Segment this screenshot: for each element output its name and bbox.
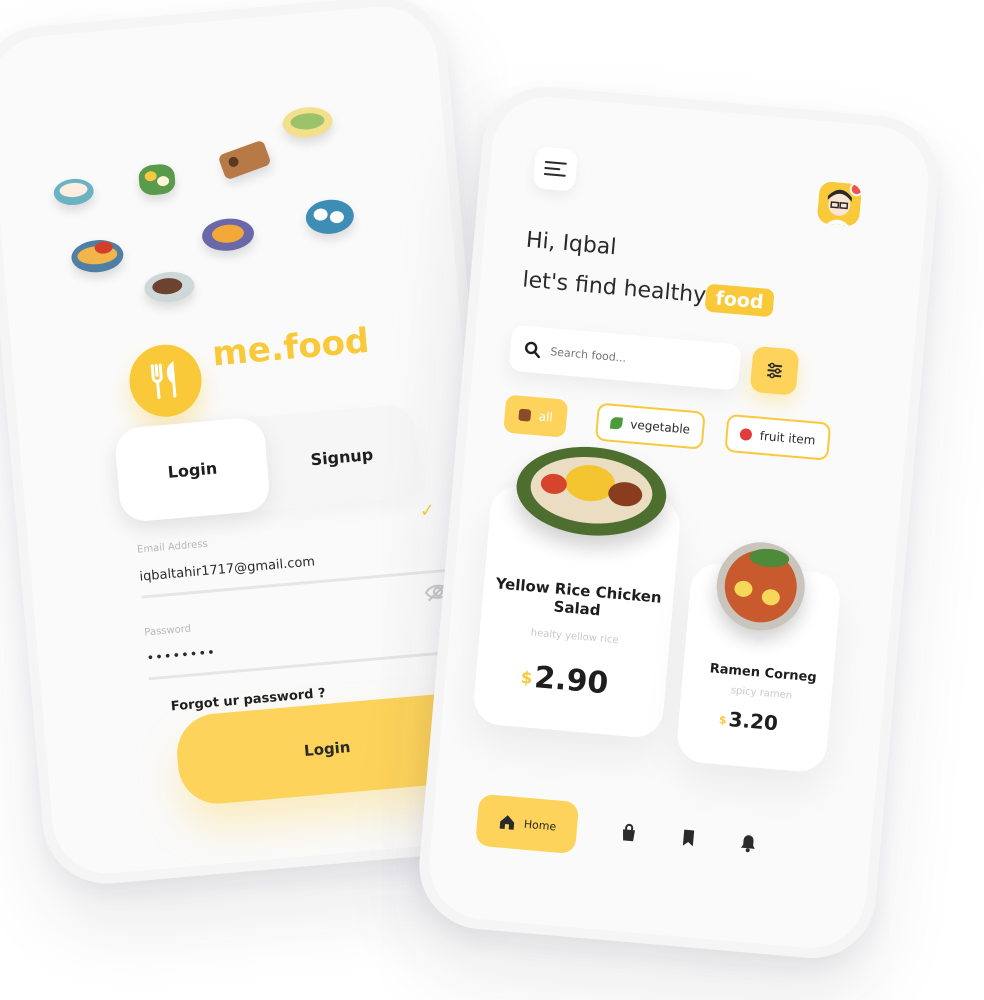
brand-name: me.food [210,320,371,375]
greeting: Hi, Iqbal [524,227,618,261]
check-icon: ✓ [418,499,436,522]
sandwich-plate-icon [281,105,334,140]
strawberry-icon [739,427,753,441]
nav-home-label: Home [523,817,557,833]
fork-knife-icon [150,361,177,399]
card-price: $3.20 [718,707,779,736]
nav-home[interactable]: Home [475,793,580,855]
notification-dot [849,181,863,197]
pizza-slice-icon [217,139,272,181]
home-phone: Hi, Iqbal let's find healthy food all [414,81,944,964]
home-icon [499,815,514,830]
food-bowl-icon [52,177,95,207]
menu-icon [544,160,567,165]
category-label: vegetable [629,417,691,437]
omelette-plate-icon [70,237,125,275]
meat-plate-icon [143,269,196,305]
shopping-bag-icon[interactable] [618,822,640,844]
email-field[interactable]: iqbaltahir1717@gmail.com [139,554,316,584]
filter-button[interactable] [749,345,800,396]
menu-button[interactable] [532,146,579,192]
egg-toast-icon [137,163,177,197]
card-title: Yellow Rice Chicken Salad [494,574,663,620]
category-fruit[interactable]: fruit item [724,413,831,461]
card-subtitle: healty yellow rice [530,627,619,647]
bento-icon [518,408,532,422]
bell-icon[interactable] [737,832,759,854]
search-input[interactable] [547,343,733,375]
bookmark-icon[interactable] [678,827,700,849]
avatar[interactable] [816,181,863,227]
auth-tabs: Login Signup [113,403,421,524]
tab-login[interactable]: Login [113,416,272,524]
card-subtitle: spicy ramen [730,685,793,702]
home-screen: Hi, Iqbal let's find healthy food all [424,92,934,953]
fried-egg-plate-icon [304,197,356,236]
tab-signup[interactable]: Signup [263,403,421,510]
password-label: Password [143,623,192,639]
category-label: fruit item [759,428,817,448]
subtitle: let's find healthy [521,267,708,309]
category-vegetable[interactable]: vegetable [594,402,706,450]
search-icon [524,341,541,359]
category-all[interactable]: all [503,394,569,438]
card-price: $2.90 [520,660,610,702]
leaf-icon [609,416,623,430]
password-field[interactable]: •••••••• [146,645,216,666]
sliders-icon [767,362,783,379]
category-label: all [538,409,554,425]
email-label: Email Address [136,538,209,556]
pancake-plate-icon [200,216,256,253]
logo [126,341,205,420]
subtitle-badge: food [704,283,775,318]
search-bar[interactable] [508,324,742,391]
